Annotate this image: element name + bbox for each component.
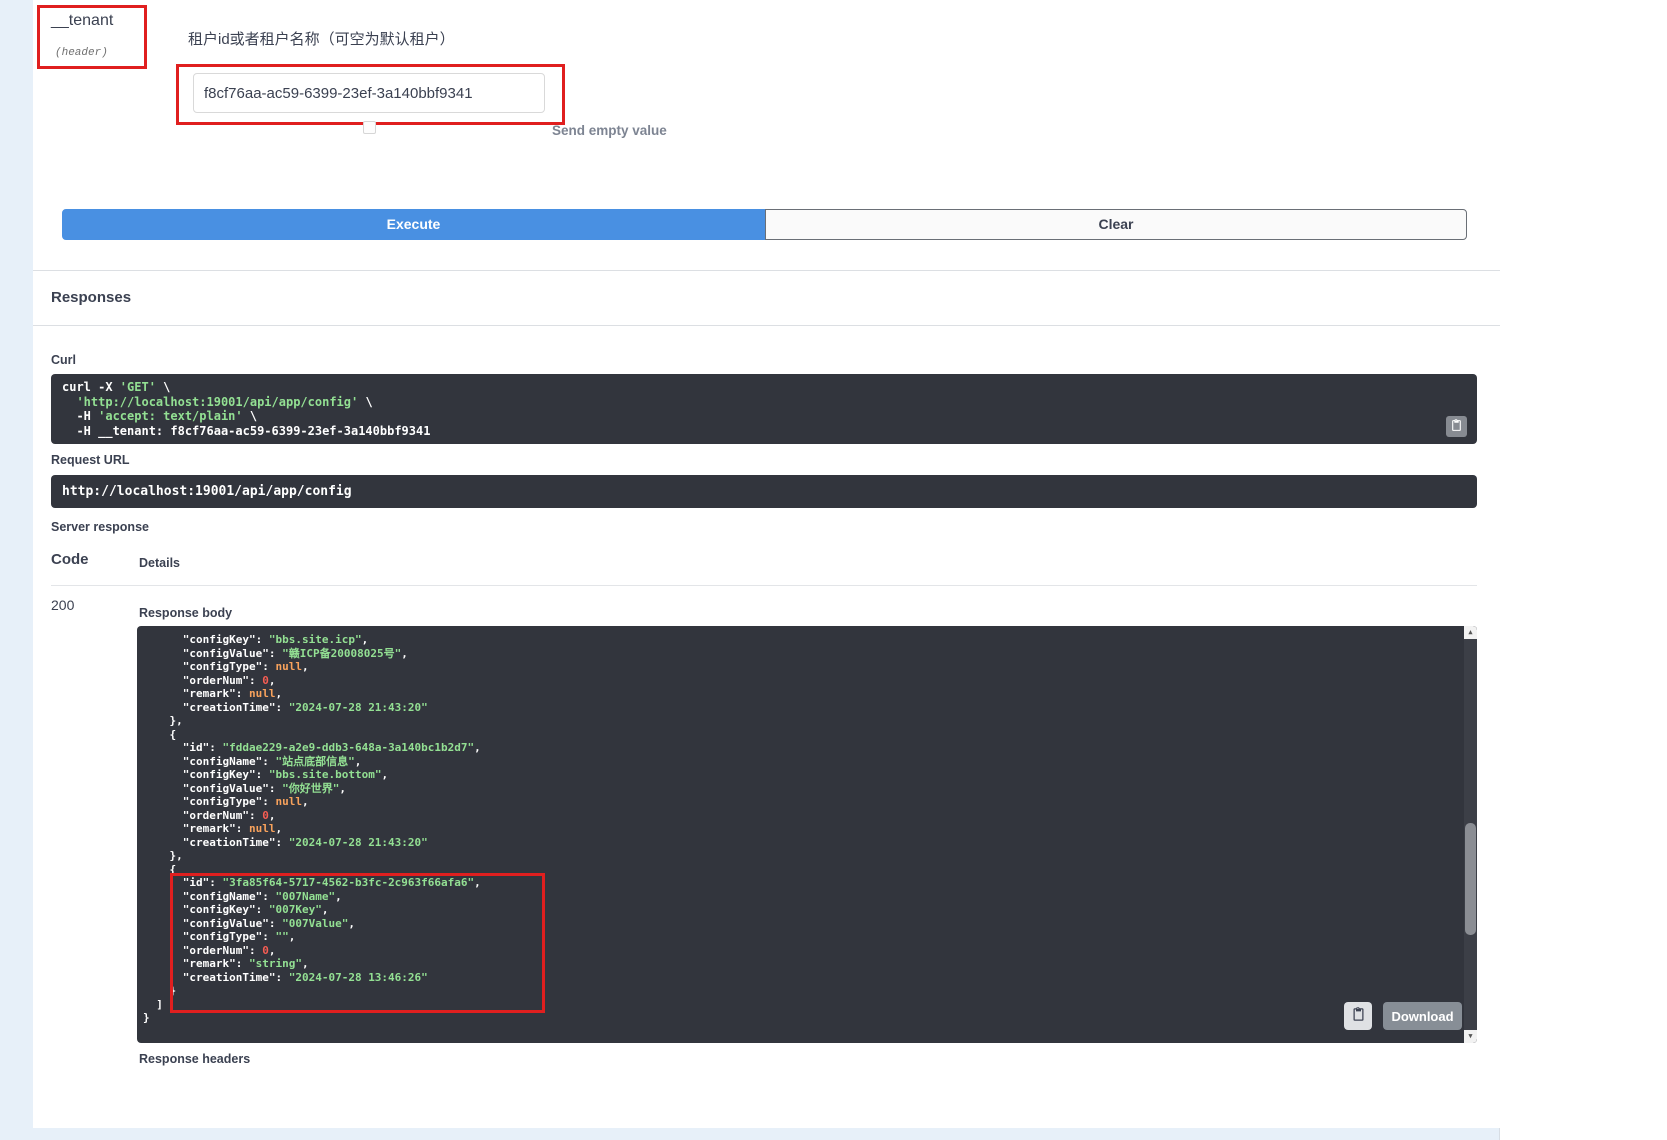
clipboard-icon (1351, 1007, 1366, 1025)
copy-curl-button[interactable] (1446, 416, 1467, 437)
scroll-up-button[interactable]: ▲ (1464, 626, 1477, 639)
parameter-location: (header) (55, 42, 108, 60)
response-body-scrollbar[interactable]: ▲ ▼ (1464, 626, 1477, 1043)
parameter-in-label: (header) (55, 47, 108, 59)
curl-block: curl -X 'GET' \ 'http://localhost:19001/… (51, 374, 1477, 444)
copy-response-button[interactable] (1344, 1002, 1372, 1030)
parameter-name-label: __tenant (51, 12, 113, 29)
curl-label: Curl (51, 353, 76, 367)
swagger-ui-page: __tenant (header) 租户id或者租户名称（可空为默认租户） Se… (0, 0, 1667, 1140)
responses-header-bar: Responses (33, 270, 1500, 326)
download-button[interactable]: Download (1383, 1002, 1462, 1030)
response-body-code: "configKey": "bbs.site.icp", "configValu… (143, 633, 1464, 1025)
request-url-label: Request URL (51, 453, 129, 467)
parameter-description: 租户id或者租户名称（可空为默认租户） (188, 28, 455, 49)
response-body-block: "configKey": "bbs.site.icp", "configValu… (137, 626, 1477, 1043)
details-column-header: Details (139, 556, 180, 570)
responses-title: Responses (51, 289, 131, 306)
code-column-header: Code (51, 551, 89, 568)
scroll-down-button[interactable]: ▼ (1464, 1030, 1477, 1043)
send-empty-value-label: Send empty value (552, 123, 667, 138)
parameter-name: __tenant (51, 12, 113, 30)
curl-code: curl -X 'GET' \ 'http://localhost:19001/… (62, 380, 1466, 438)
clipboard-icon (1450, 419, 1463, 435)
response-headers-label: Response headers (139, 1052, 250, 1066)
request-url-block: http://localhost:19001/api/app/config (51, 475, 1477, 508)
opblock-body: __tenant (header) 租户id或者租户名称（可空为默认租户） Se… (33, 0, 1500, 1128)
request-url-value: http://localhost:19001/api/app/config (62, 484, 352, 499)
table-header-divider (51, 585, 1477, 586)
scrollbar-thumb[interactable] (1465, 823, 1476, 935)
clear-button[interactable]: Clear (765, 209, 1467, 240)
status-code: 200 (51, 597, 74, 613)
tenant-input[interactable] (193, 73, 545, 113)
send-empty-value-checkbox[interactable] (363, 121, 376, 134)
execute-button[interactable]: Execute (62, 209, 765, 240)
server-response-label: Server response (51, 520, 149, 534)
response-body-label: Response body (139, 606, 232, 620)
